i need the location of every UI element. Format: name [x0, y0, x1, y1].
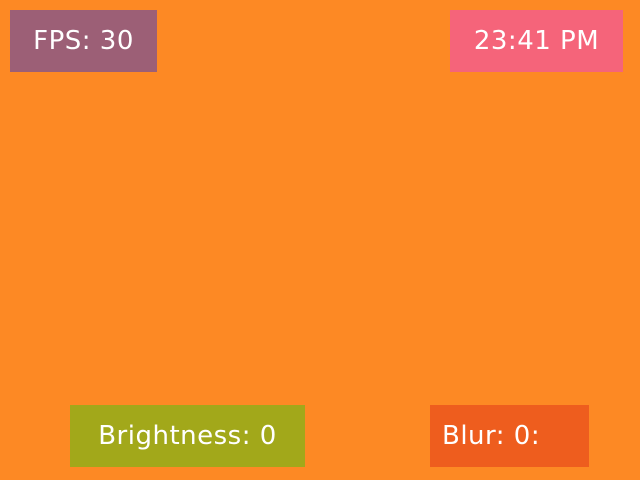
blur-label: Blur: 0:	[442, 421, 541, 451]
blur-overlay: Blur: 0:	[430, 405, 589, 467]
camera-view: FPS: 30 23:41 PM Brightness: 0 Blur: 0:	[0, 0, 640, 480]
clock-label: 23:41 PM	[473, 26, 600, 56]
clock-overlay: 23:41 PM	[450, 10, 623, 72]
brightness-overlay: Brightness: 0	[70, 405, 305, 467]
fps-overlay: FPS: 30	[10, 10, 157, 72]
brightness-label: Brightness: 0	[98, 421, 277, 451]
fps-label: FPS: 30	[33, 26, 134, 56]
